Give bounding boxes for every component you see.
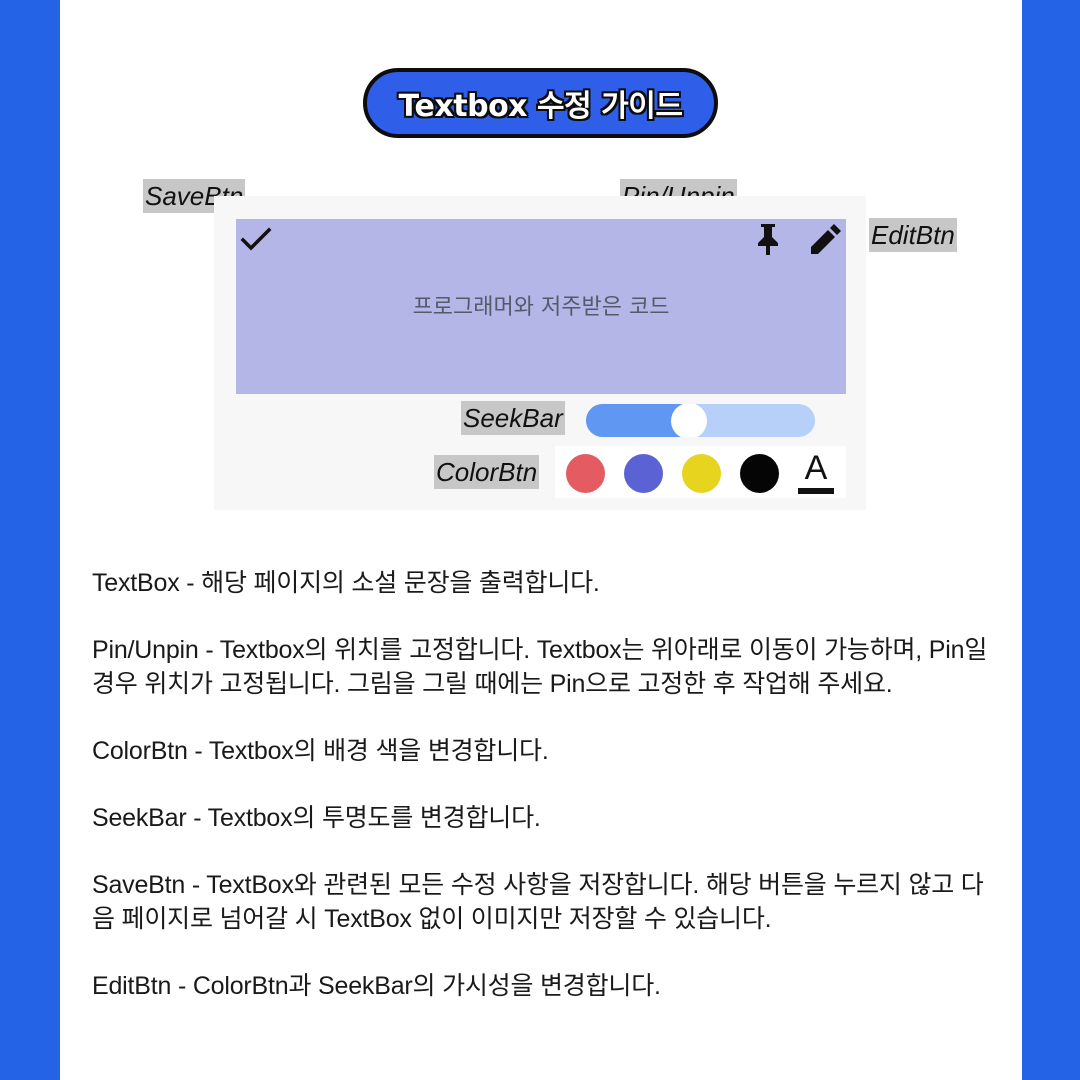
color-swatch-yellow[interactable] [682,454,721,493]
desc-seekbar: SeekBar - Textbox의 투명도를 변경합니다. [92,804,541,832]
opacity-seekbar[interactable] [586,404,815,437]
seekbar-thumb[interactable] [671,404,708,437]
color-swatch-blue[interactable] [624,454,663,493]
color-button-bar: A [555,446,846,498]
desc-pin-unpin: Pin/Unpin - Textbox의 위치를 고정합니다. Textbox는… [92,636,988,698]
guide-title: Textbox 수정 가이드 [363,68,718,138]
font-color-button[interactable]: A [796,449,836,495]
desc-colorbtn: ColorBtn - Textbox의 배경 색을 변경합니다. [92,737,549,765]
color-swatch-red[interactable] [566,454,605,493]
textbox-content: 프로그래머와 저주받은 코드 [412,295,670,320]
description-list: TextBox - 해당 페이지의 소설 문장을 출력합니다. Pin/Unpi… [92,566,1002,1036]
font-color-underline [798,488,834,494]
pin-icon[interactable] [754,222,782,256]
check-icon[interactable] [240,227,272,253]
desc-textbox: TextBox - 해당 페이지의 소설 문장을 출력합니다. [92,569,600,597]
color-swatch-black[interactable] [740,454,779,493]
editbtn-label: EditBtn [869,218,957,252]
seekbar-label: SeekBar [461,401,565,435]
desc-editbtn: EditBtn - ColorBtn과 SeekBar의 가시성을 변경합니다. [92,972,661,1000]
pencil-icon[interactable] [808,223,842,257]
desc-savebtn: SaveBtn - TextBox와 관련된 모든 수정 사항을 저장합니다. … [92,871,984,933]
colorbtn-label: ColorBtn [434,455,540,489]
font-color-icon: A [804,449,828,487]
